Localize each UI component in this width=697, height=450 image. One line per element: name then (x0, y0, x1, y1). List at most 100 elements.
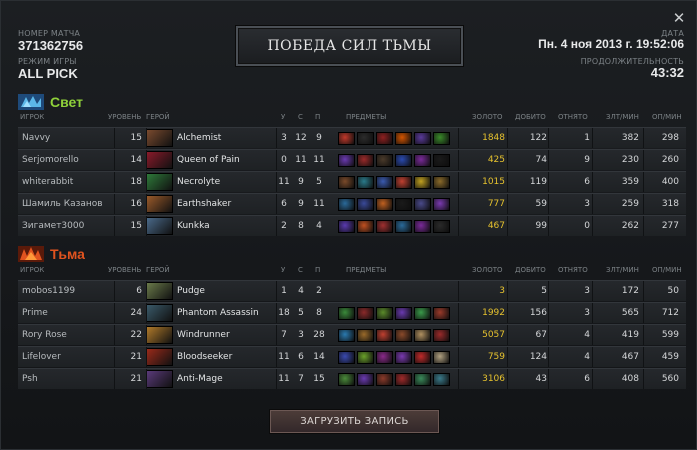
item-icon[interactable] (414, 175, 431, 189)
item-icon[interactable] (414, 219, 431, 233)
column-divider (146, 303, 147, 323)
close-icon[interactable]: ✕ (672, 11, 686, 26)
item-icon[interactable] (376, 350, 393, 364)
player-row[interactable]: Serjomorello 14 Queen of Pain 0 11 11 425 74 9 23… (18, 149, 686, 170)
item-icon[interactable] (433, 131, 450, 145)
item-icon[interactable] (338, 372, 355, 386)
item-icon[interactable] (414, 131, 431, 145)
item-icon[interactable] (433, 197, 450, 211)
item-icon[interactable] (395, 175, 412, 189)
item-icon[interactable] (433, 306, 450, 320)
item-icon[interactable] (433, 372, 450, 386)
item-icon[interactable] (338, 153, 355, 167)
item-icon[interactable] (357, 131, 374, 145)
player-row[interactable]: Rory Rose 22 Windrunner 7 3 28 5057 67 4 419 599 (18, 324, 686, 345)
item-icon[interactable] (357, 175, 374, 189)
item-icon[interactable] (338, 197, 355, 211)
assists-value: 2 (316, 286, 322, 296)
hero-cell[interactable]: Kunkka (146, 216, 293, 236)
item-icon[interactable] (414, 197, 431, 211)
item-icon[interactable] (376, 197, 393, 211)
item-icon[interactable] (376, 328, 393, 342)
player-name[interactable]: Serjomorello (22, 150, 122, 170)
player-row[interactable]: Lifelover 21 Bloodseeker 11 6 14 759 124 4 467 459 (18, 346, 686, 367)
item-icon[interactable] (414, 328, 431, 342)
item-icon[interactable] (395, 197, 412, 211)
item-icon[interactable] (395, 372, 412, 386)
player-name[interactable]: Зигамет3000 (22, 216, 122, 236)
item-icon[interactable] (433, 219, 450, 233)
item-icon[interactable] (414, 372, 431, 386)
item-icon[interactable] (338, 175, 355, 189)
player-row[interactable]: Prime 24 Phantom Assassin 18 5 8 1992 156 3 565 71… (18, 302, 686, 323)
item-icon[interactable] (433, 350, 450, 364)
player-name[interactable]: Psh (22, 369, 122, 389)
assists-value: 15 (313, 374, 325, 384)
player-row[interactable]: Navvy 15 Alchemist 3 12 9 1848 122 1 382 298 (18, 127, 686, 148)
item-icon[interactable] (357, 153, 374, 167)
item-icon[interactable] (376, 219, 393, 233)
hero-portrait (146, 217, 173, 235)
download-replay-button[interactable]: ЗАГРУЗИТЬ ЗАПИСЬ (270, 410, 439, 433)
item-icon[interactable] (395, 131, 412, 145)
item-icon[interactable] (338, 328, 355, 342)
assists-value: 11 (313, 199, 325, 209)
player-name[interactable]: Rory Rose (22, 325, 122, 345)
hero-cell[interactable]: Queen of Pain (146, 150, 293, 170)
item-icon[interactable] (357, 328, 374, 342)
item-icon[interactable] (395, 350, 412, 364)
kills-value: 6 (281, 199, 287, 209)
player-row[interactable]: Зигамет3000 15 Kunkka 2 8 4 467 99 0 262 277 (18, 215, 686, 236)
hero-cell[interactable]: Phantom Assassin (146, 303, 293, 323)
item-icon[interactable] (338, 131, 355, 145)
item-icon[interactable] (395, 328, 412, 342)
player-name[interactable]: mobos1199 (22, 281, 122, 301)
hero-cell[interactable]: Necrolyte (146, 172, 293, 192)
item-icon[interactable] (433, 328, 450, 342)
hero-cell[interactable]: Earthshaker (146, 194, 293, 214)
column-divider (146, 128, 147, 148)
item-icon[interactable] (414, 350, 431, 364)
player-row[interactable]: whiterabbit 18 Necrolyte 11 9 5 1015 119 6 359 400 (18, 171, 686, 192)
item-icon[interactable] (376, 175, 393, 189)
player-row[interactable]: mobos1199 6 Pudge 1 4 2 3 5 3 172 50 (18, 280, 686, 301)
item-icon[interactable] (433, 175, 450, 189)
column-divider (592, 347, 593, 367)
hero-cell[interactable]: Windrunner (146, 325, 293, 345)
hero-cell[interactable]: Alchemist (146, 128, 293, 148)
item-icon[interactable] (357, 372, 374, 386)
item-icon[interactable] (395, 219, 412, 233)
item-icon[interactable] (357, 197, 374, 211)
item-icon[interactable] (357, 350, 374, 364)
column-divider (507, 172, 508, 192)
item-icon[interactable] (338, 350, 355, 364)
player-name[interactable]: Navvy (22, 128, 122, 148)
item-icon[interactable] (357, 306, 374, 320)
item-icon[interactable] (433, 153, 450, 167)
player-row[interactable]: Psh 21 Anti-Mage 11 7 15 3106 43 6 408 560 (18, 368, 686, 389)
hero-cell[interactable]: Bloodseeker (146, 347, 293, 367)
column-divider (507, 303, 508, 323)
item-icon[interactable] (357, 219, 374, 233)
player-name[interactable]: Шамиль Казанов (22, 194, 122, 214)
hero-cell[interactable]: Pudge (146, 281, 293, 301)
item-icon[interactable] (395, 306, 412, 320)
item-icon[interactable] (376, 306, 393, 320)
player-name[interactable]: Prime (22, 303, 122, 323)
item-icon[interactable] (414, 153, 431, 167)
player-row[interactable]: Шамиль Казанов 16 Earthshaker 6 9 11 777 59 3 259… (18, 193, 686, 214)
item-icon[interactable] (395, 153, 412, 167)
item-icon[interactable] (414, 306, 431, 320)
column-divider (276, 347, 277, 367)
item-icon[interactable] (376, 131, 393, 145)
player-name[interactable]: whiterabbit (22, 172, 122, 192)
item-icon[interactable] (376, 372, 393, 386)
item-icon[interactable] (338, 306, 355, 320)
column-divider (276, 281, 277, 301)
col-xpm: ЗЛТ/МИН (606, 266, 639, 274)
item-icon[interactable] (376, 153, 393, 167)
player-name[interactable]: Lifelover (22, 347, 122, 367)
xpm-value: 565 (621, 308, 639, 318)
hero-cell[interactable]: Anti-Mage (146, 369, 293, 389)
item-icon[interactable] (338, 219, 355, 233)
